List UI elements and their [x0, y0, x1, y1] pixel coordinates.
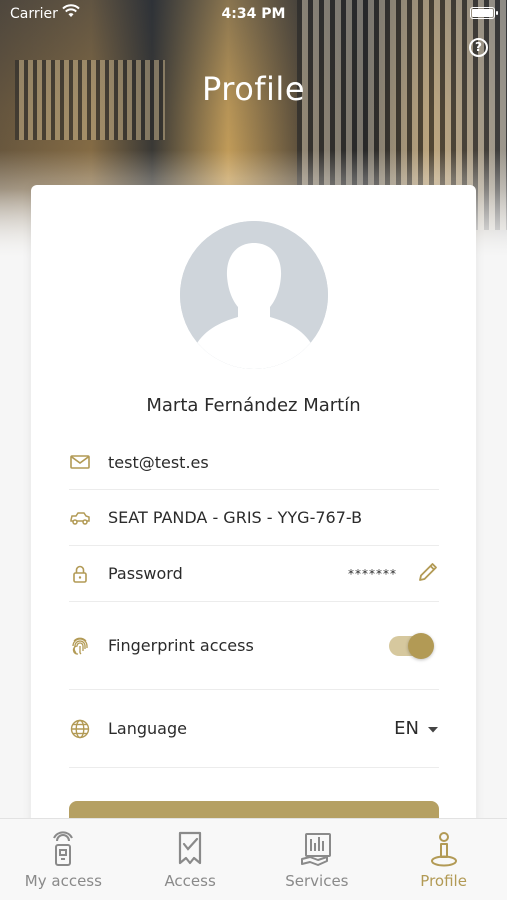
fingerprint-toggle[interactable] — [389, 632, 434, 659]
avatar-silhouette-icon — [180, 221, 328, 369]
fingerprint-label: Fingerprint access — [108, 636, 254, 655]
globe-icon — [69, 718, 91, 740]
email-value: test@test.es — [108, 452, 209, 472]
tab-access[interactable]: Access — [127, 819, 254, 900]
profile-pin-icon — [427, 829, 461, 869]
lock-icon — [69, 563, 91, 585]
checklist-icon — [173, 829, 207, 869]
tab-label: Access — [164, 872, 216, 890]
battery-icon — [470, 7, 498, 19]
toggle-knob — [408, 632, 434, 659]
avatar[interactable] — [180, 221, 328, 369]
password-label: Password — [108, 564, 183, 583]
tab-my-access[interactable]: My access — [0, 819, 127, 900]
tab-profile[interactable]: Profile — [380, 819, 507, 900]
tab-label: Profile — [420, 872, 467, 890]
language-row[interactable]: Language EN — [69, 690, 439, 768]
tab-services[interactable]: Services — [254, 819, 381, 900]
services-icon — [300, 829, 334, 869]
tab-bar: My access Access Services Profile — [0, 818, 507, 900]
caret-down-icon[interactable] — [427, 719, 439, 738]
car-icon — [69, 507, 91, 529]
language-label: Language — [108, 719, 187, 738]
vehicle-value: SEAT PANDA - GRIS - YYG-767-B — [108, 508, 363, 527]
clock: 4:34 PM — [221, 6, 286, 22]
fingerprint-row: Fingerprint access — [69, 602, 439, 690]
password-masked-value: ******* — [348, 566, 397, 581]
envelope-icon — [69, 451, 91, 473]
status-bar: Carrier 4:34 PM — [0, 0, 507, 28]
vehicle-row: SEAT PANDA - GRIS - YYG-767-B — [69, 490, 439, 546]
page-title: Profile — [202, 70, 305, 108]
key-card-icon — [46, 829, 80, 869]
fingerprint-icon — [69, 635, 91, 657]
tab-label: My access — [24, 872, 102, 890]
profile-card: Marta Fernández Martín test@test.es SEAT… — [31, 185, 476, 885]
email-row: test@test.es — [69, 435, 439, 490]
language-value[interactable]: EN — [394, 718, 419, 739]
user-name: Marta Fernández Martín — [146, 395, 361, 416]
password-row: Password ******* — [69, 546, 439, 602]
pencil-icon[interactable] — [417, 561, 439, 587]
question-circle-icon[interactable]: ? — [469, 38, 488, 57]
tab-label: Services — [285, 872, 349, 890]
